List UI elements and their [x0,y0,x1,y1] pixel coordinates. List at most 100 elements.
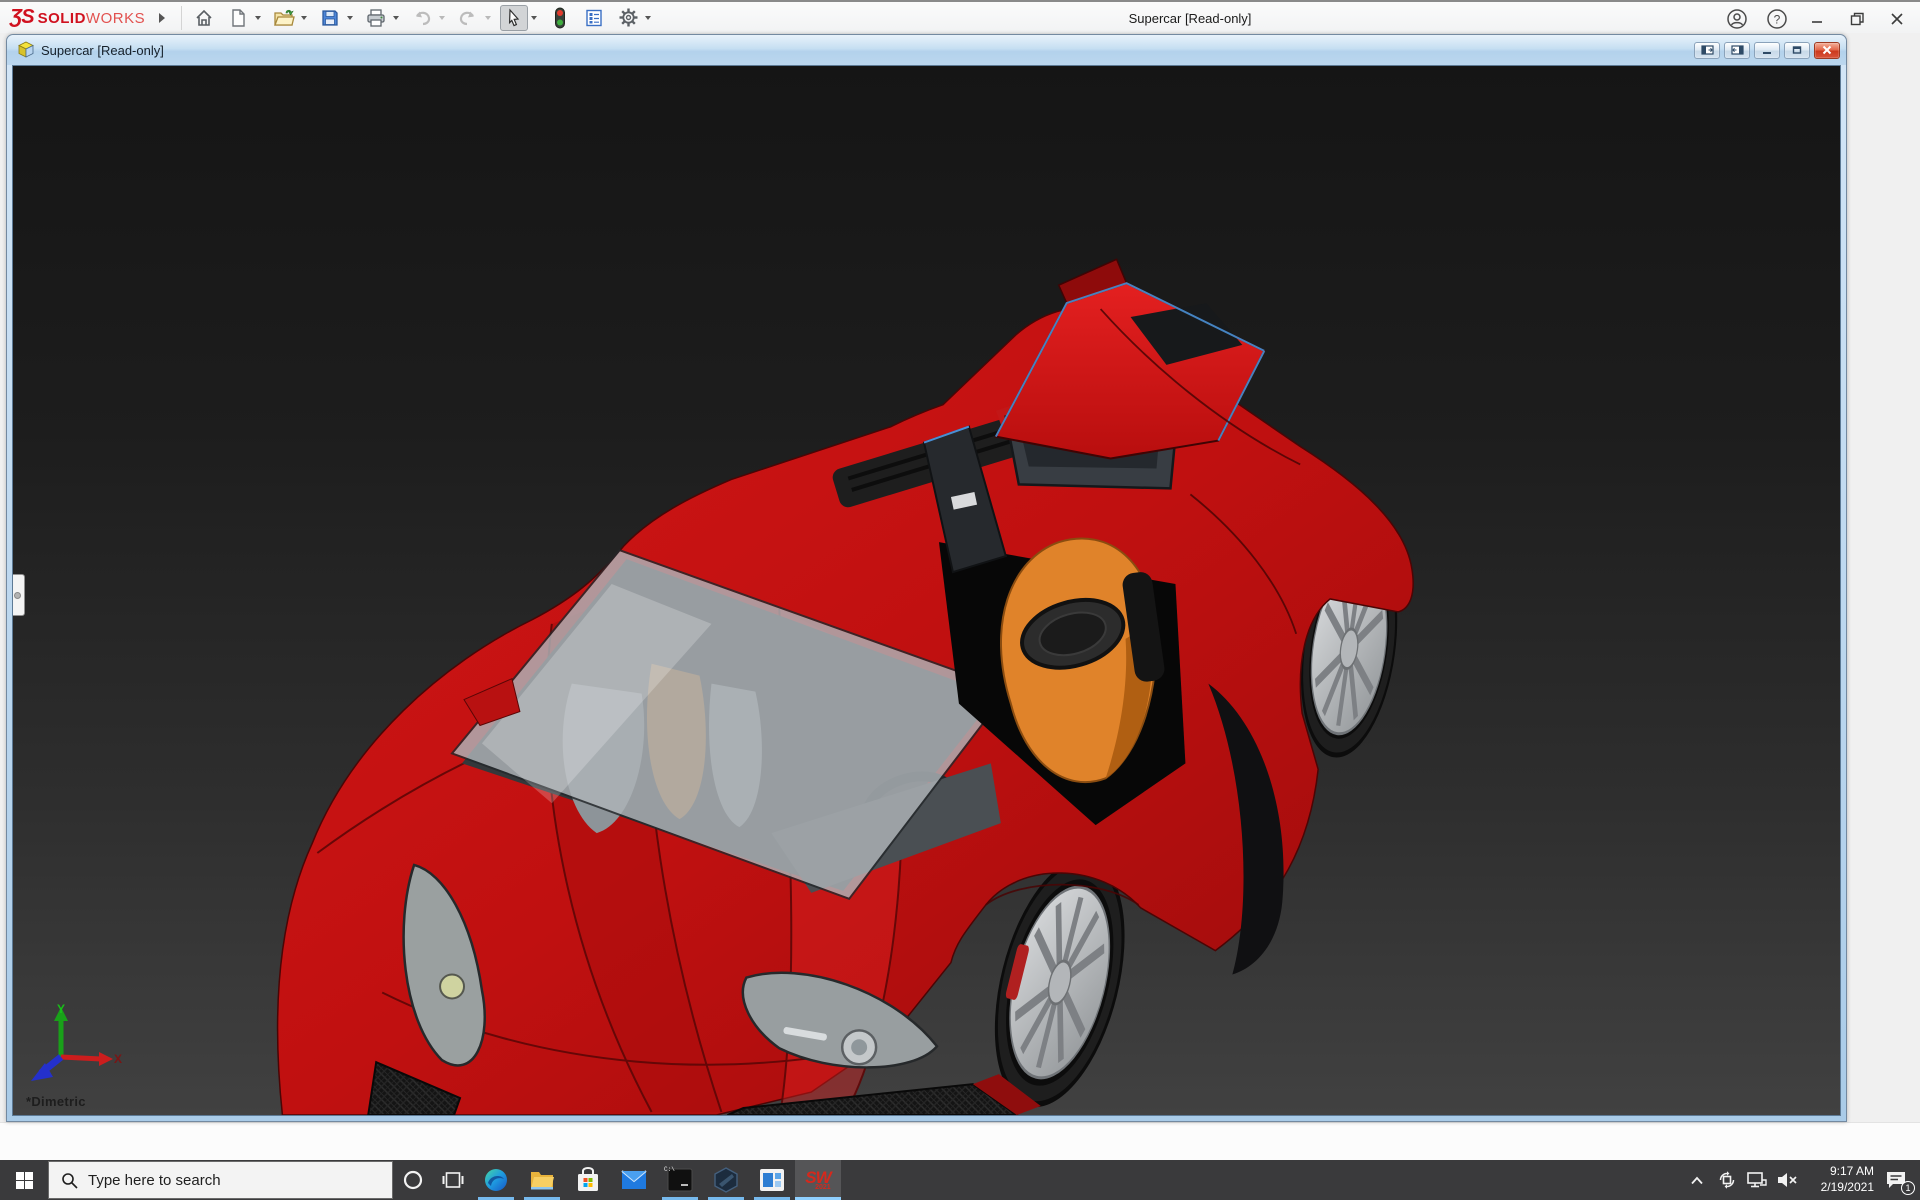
tray-volume-button[interactable] [1772,1160,1802,1200]
assembly-document-icon [18,41,34,58]
user-account-icon [1727,8,1747,29]
solidworks-logo-works: WORKS [85,10,146,27]
app-window-title: Supercar [Read-only] [1128,11,1252,26]
solidworks-logo: ƷS SOLID WORKS [0,6,151,29]
undo-dropdown[interactable] [436,5,448,31]
tray-network-button[interactable] [1742,1160,1772,1200]
doc-restore-button[interactable] [1784,41,1810,59]
open-folder-icon [274,9,295,26]
taskbar-command-prompt[interactable]: C:\ [657,1160,703,1200]
status-strip [0,1122,1920,1160]
mail-icon [621,1170,647,1189]
taskbar-hexagon-app[interactable] [703,1160,749,1200]
supercar-3d-model [276,258,1414,1115]
window-app-icon [760,1169,784,1191]
help-icon: ? [1767,8,1787,29]
new-document-dropdown[interactable] [252,5,264,31]
rebuild-button[interactable] [546,5,574,31]
solidworks-logo-mark: ƷS [10,6,35,28]
solidworks-logo-solid: SOLID [37,10,86,27]
task-view-icon [442,1172,464,1188]
tray-overflow-button[interactable] [1682,1160,1712,1200]
cortana-icon [403,1170,423,1190]
clock-date: 2/19/2021 [1820,1180,1874,1194]
print-dropdown[interactable] [390,5,402,31]
show-right-pane-button[interactable] [1724,41,1750,59]
taskbar-store[interactable] [565,1160,611,1200]
doc-minimize-button[interactable] [1754,41,1780,59]
action-center-button[interactable]: 1 [1876,1160,1916,1200]
app-title-bar: ƷS SOLID WORKS Supercar [Read-only] ? [0,0,1920,33]
taskbar-file-explorer[interactable] [519,1160,565,1200]
redo-button[interactable] [454,5,482,31]
hexagon-app-icon [714,1167,738,1193]
workspace: Supercar [Read-only] Y X *Dimetric [0,33,1920,1160]
start-button[interactable] [0,1160,48,1200]
minimize-icon [1812,20,1822,23]
minimize-button[interactable] [1800,5,1834,33]
restore-icon [1850,12,1864,25]
undo-button[interactable] [408,5,436,31]
doc-close-button[interactable] [1814,41,1840,59]
options-button[interactable] [614,5,642,31]
taskbar-search[interactable] [48,1161,393,1199]
save-dropdown[interactable] [344,5,356,31]
command-prompt-label: C:\ [664,1166,675,1173]
pane-left-icon [1700,45,1714,55]
open-dropdown[interactable] [298,5,310,31]
help-button[interactable]: ? [1760,5,1794,33]
menu-expand-arrow-icon[interactable] [159,12,166,23]
search-icon [62,1172,78,1189]
redo-dropdown[interactable] [482,5,494,31]
chevron-up-icon [1691,1176,1703,1184]
document-title-bar[interactable]: Supercar [Read-only] [7,35,1846,65]
redo-icon [459,11,475,25]
taskbar-clock[interactable]: 9:17 AM 2/19/2021 [1802,1160,1876,1200]
taskbar-mail[interactable] [611,1160,657,1200]
home-button[interactable] [190,5,218,31]
toolbar-separator [181,5,183,30]
taskbar-window-app[interactable] [749,1160,795,1200]
view-orientation-label: *Dimetric [26,1094,86,1109]
doc-restore-icon [1792,46,1802,54]
select-tool-button[interactable] [500,4,529,31]
account-button[interactable] [1720,5,1754,33]
windows-logo-icon [15,1171,33,1189]
task-view-button[interactable] [433,1160,473,1200]
pane-right-icon [1730,45,1744,55]
save-button[interactable] [316,5,344,31]
graphics-viewport[interactable]: Y X *Dimetric [13,66,1840,1115]
home-icon [196,9,212,26]
document-client-area: Y X *Dimetric [12,65,1841,1116]
windows-taskbar: C:\ SW 2021 [0,1160,1920,1200]
solidworks-app-window: ƷS SOLID WORKS Supercar [Read-only] ? Su… [0,0,1920,1200]
search-input[interactable] [88,1171,348,1189]
microsoft-store-icon [578,1167,598,1191]
save-floppy-icon [322,9,338,26]
feature-tree-tab-handle[interactable] [13,574,25,616]
ethernet-network-icon [1747,1172,1767,1188]
close-button[interactable] [1880,5,1914,33]
close-icon [1891,12,1903,25]
open-button[interactable] [270,5,298,31]
file-properties-button[interactable] [580,5,608,31]
select-tool-dropdown[interactable] [528,5,540,31]
file-explorer-icon [531,1172,554,1190]
notification-count-badge: 1 [1901,1181,1915,1195]
windows-update-icon [1719,1171,1735,1189]
taskbar-solidworks[interactable]: SW 2021 [795,1160,841,1200]
taskbar-edge[interactable] [473,1160,519,1200]
options-dropdown[interactable] [642,5,654,31]
restore-button[interactable] [1840,5,1874,33]
tray-update-button[interactable] [1712,1160,1742,1200]
volume-muted-icon [1778,1173,1797,1187]
undo-icon [416,11,431,25]
new-document-icon [232,8,245,27]
new-document-button[interactable] [224,5,252,31]
rebuild-traffic-light-icon [555,7,566,28]
cortana-button[interactable] [393,1160,433,1200]
edge-browser-icon [485,1169,507,1191]
document-title: Supercar [Read-only] [41,42,164,58]
show-left-pane-button[interactable] [1694,41,1720,59]
print-button[interactable] [362,5,390,31]
